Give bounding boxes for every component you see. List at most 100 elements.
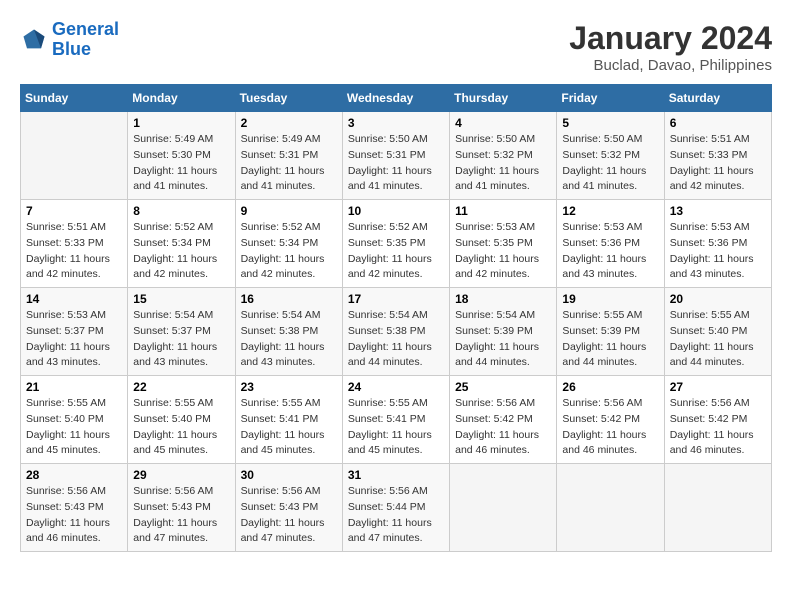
- day-number: 10: [348, 204, 444, 218]
- calendar-cell: 3Sunrise: 5:50 AMSunset: 5:31 PMDaylight…: [342, 112, 449, 200]
- week-row-5: 28 Sunrise: 5:56 AMSunset: 5:43 PMDayligh…: [21, 464, 772, 552]
- calendar-cell: 5 Sunrise: 5:50 AMSunset: 5:32 PMDaylight…: [557, 112, 664, 200]
- calendar-cell: [450, 464, 557, 552]
- day-number: 4: [455, 116, 551, 130]
- page-header: General Blue January 2024 Buclad, Davao,…: [20, 20, 772, 74]
- day-number: 27: [670, 380, 766, 394]
- day-number: 23: [241, 380, 337, 394]
- day-info: Sunrise: 5:55 AMSunset: 5:40 PMDaylight:…: [26, 396, 122, 459]
- week-row-1: 1Sunrise: 5:49 AMSunset: 5:30 PMDaylight…: [21, 112, 772, 200]
- calendar-cell: 11Sunrise: 5:53 AMSunset: 5:35 PMDayligh…: [450, 200, 557, 288]
- day-number: 16: [241, 292, 337, 306]
- calendar-cell: 9 Sunrise: 5:52 AMSunset: 5:34 PMDaylight…: [235, 200, 342, 288]
- title-block: January 2024 Buclad, Davao, Philippines: [569, 20, 772, 74]
- logo-line2: Blue: [52, 39, 91, 59]
- day-info: Sunrise: 5:51 AMSunset: 5:33 PMDaylight:…: [670, 132, 766, 195]
- logo: General Blue: [20, 20, 119, 60]
- calendar-cell: 21 Sunrise: 5:55 AMSunset: 5:40 PMDayligh…: [21, 376, 128, 464]
- day-number: 26: [562, 380, 658, 394]
- calendar-cell: 24 Sunrise: 5:55 AMSunset: 5:41 PMDayligh…: [342, 376, 449, 464]
- calendar-cell: 4 Sunrise: 5:50 AMSunset: 5:32 PMDaylight…: [450, 112, 557, 200]
- day-info: Sunrise: 5:55 AMSunset: 5:41 PMDaylight:…: [348, 396, 444, 459]
- calendar-cell: 23Sunrise: 5:55 AMSunset: 5:41 PMDayligh…: [235, 376, 342, 464]
- logo-text: General Blue: [52, 20, 119, 60]
- calendar-cell: 12Sunrise: 5:53 AMSunset: 5:36 PMDayligh…: [557, 200, 664, 288]
- calendar-cell: [664, 464, 771, 552]
- day-number: 9: [241, 204, 337, 218]
- calendar-cell: 26 Sunrise: 5:56 AMSunset: 5:42 PMDayligh…: [557, 376, 664, 464]
- day-number: 13: [670, 204, 766, 218]
- day-info: Sunrise: 5:56 AMSunset: 5:44 PMDaylight:…: [348, 484, 444, 547]
- day-number: 25: [455, 380, 551, 394]
- calendar-cell: 28 Sunrise: 5:56 AMSunset: 5:43 PMDayligh…: [21, 464, 128, 552]
- day-info: Sunrise: 5:53 AMSunset: 5:37 PMDaylight:…: [26, 308, 122, 371]
- column-header-wednesday: Wednesday: [342, 85, 449, 112]
- day-info: Sunrise: 5:56 AMSunset: 5:42 PMDaylight:…: [670, 396, 766, 459]
- day-number: 7: [26, 204, 122, 218]
- day-number: 14: [26, 292, 122, 306]
- day-number: 30: [241, 468, 337, 482]
- calendar-cell: 6 Sunrise: 5:51 AMSunset: 5:33 PMDaylight…: [664, 112, 771, 200]
- day-info: Sunrise: 5:53 AMSunset: 5:35 PMDaylight:…: [455, 220, 551, 283]
- day-info: Sunrise: 5:49 AMSunset: 5:30 PMDaylight:…: [133, 132, 229, 195]
- calendar-cell: 20 Sunrise: 5:55 AMSunset: 5:40 PMDayligh…: [664, 288, 771, 376]
- calendar-cell: 13Sunrise: 5:53 AMSunset: 5:36 PMDayligh…: [664, 200, 771, 288]
- day-info: Sunrise: 5:50 AMSunset: 5:32 PMDaylight:…: [455, 132, 551, 195]
- week-row-3: 14 Sunrise: 5:53 AMSunset: 5:37 PMDayligh…: [21, 288, 772, 376]
- day-info: Sunrise: 5:54 AMSunset: 5:38 PMDaylight:…: [241, 308, 337, 371]
- day-info: Sunrise: 5:55 AMSunset: 5:40 PMDaylight:…: [133, 396, 229, 459]
- day-info: Sunrise: 5:55 AMSunset: 5:39 PMDaylight:…: [562, 308, 658, 371]
- day-info: Sunrise: 5:56 AMSunset: 5:43 PMDaylight:…: [133, 484, 229, 547]
- calendar-cell: 18Sunrise: 5:54 AMSunset: 5:39 PMDayligh…: [450, 288, 557, 376]
- column-header-thursday: Thursday: [450, 85, 557, 112]
- day-number: 24: [348, 380, 444, 394]
- day-info: Sunrise: 5:56 AMSunset: 5:43 PMDaylight:…: [26, 484, 122, 547]
- day-number: 28: [26, 468, 122, 482]
- logo-line1: General: [52, 19, 119, 39]
- day-info: Sunrise: 5:52 AMSunset: 5:35 PMDaylight:…: [348, 220, 444, 283]
- calendar-cell: 2 Sunrise: 5:49 AMSunset: 5:31 PMDaylight…: [235, 112, 342, 200]
- day-number: 17: [348, 292, 444, 306]
- day-info: Sunrise: 5:54 AMSunset: 5:38 PMDaylight:…: [348, 308, 444, 371]
- day-number: 22: [133, 380, 229, 394]
- calendar-title: January 2024: [569, 20, 772, 57]
- week-row-4: 21 Sunrise: 5:55 AMSunset: 5:40 PMDayligh…: [21, 376, 772, 464]
- day-info: Sunrise: 5:50 AMSunset: 5:32 PMDaylight:…: [562, 132, 658, 195]
- calendar-cell: 30 Sunrise: 5:56 AMSunset: 5:43 PMDayligh…: [235, 464, 342, 552]
- day-info: Sunrise: 5:56 AMSunset: 5:42 PMDaylight:…: [562, 396, 658, 459]
- column-header-saturday: Saturday: [664, 85, 771, 112]
- day-info: Sunrise: 5:56 AMSunset: 5:42 PMDaylight:…: [455, 396, 551, 459]
- day-number: 12: [562, 204, 658, 218]
- calendar-cell: [21, 112, 128, 200]
- day-number: 21: [26, 380, 122, 394]
- calendar-cell: 25 Sunrise: 5:56 AMSunset: 5:42 PMDayligh…: [450, 376, 557, 464]
- day-number: 20: [670, 292, 766, 306]
- column-header-friday: Friday: [557, 85, 664, 112]
- calendar-subtitle: Buclad, Davao, Philippines: [569, 57, 772, 74]
- calendar-cell: 31Sunrise: 5:56 AMSunset: 5:44 PMDayligh…: [342, 464, 449, 552]
- calendar-cell: 19 Sunrise: 5:55 AMSunset: 5:39 PMDayligh…: [557, 288, 664, 376]
- calendar-cell: 22 Sunrise: 5:55 AMSunset: 5:40 PMDayligh…: [128, 376, 235, 464]
- header-row: SundayMondayTuesdayWednesdayThursdayFrid…: [21, 85, 772, 112]
- day-number: 29: [133, 468, 229, 482]
- column-header-tuesday: Tuesday: [235, 85, 342, 112]
- day-number: 19: [562, 292, 658, 306]
- calendar-cell: 17 Sunrise: 5:54 AMSunset: 5:38 PMDayligh…: [342, 288, 449, 376]
- calendar-cell: 10 Sunrise: 5:52 AMSunset: 5:35 PMDayligh…: [342, 200, 449, 288]
- calendar-cell: 15Sunrise: 5:54 AMSunset: 5:37 PMDayligh…: [128, 288, 235, 376]
- day-info: Sunrise: 5:55 AMSunset: 5:40 PMDaylight:…: [670, 308, 766, 371]
- day-number: 15: [133, 292, 229, 306]
- day-info: Sunrise: 5:50 AMSunset: 5:31 PMDaylight:…: [348, 132, 444, 195]
- calendar-table: SundayMondayTuesdayWednesdayThursdayFrid…: [20, 84, 772, 552]
- day-number: 5: [562, 116, 658, 130]
- calendar-cell: 7Sunrise: 5:51 AMSunset: 5:33 PMDaylight…: [21, 200, 128, 288]
- day-number: 2: [241, 116, 337, 130]
- calendar-cell: 14 Sunrise: 5:53 AMSunset: 5:37 PMDayligh…: [21, 288, 128, 376]
- day-info: Sunrise: 5:52 AMSunset: 5:34 PMDaylight:…: [241, 220, 337, 283]
- day-number: 6: [670, 116, 766, 130]
- day-info: Sunrise: 5:56 AMSunset: 5:43 PMDaylight:…: [241, 484, 337, 547]
- day-info: Sunrise: 5:49 AMSunset: 5:31 PMDaylight:…: [241, 132, 337, 195]
- day-info: Sunrise: 5:52 AMSunset: 5:34 PMDaylight:…: [133, 220, 229, 283]
- day-info: Sunrise: 5:54 AMSunset: 5:39 PMDaylight:…: [455, 308, 551, 371]
- calendar-cell: 29 Sunrise: 5:56 AMSunset: 5:43 PMDayligh…: [128, 464, 235, 552]
